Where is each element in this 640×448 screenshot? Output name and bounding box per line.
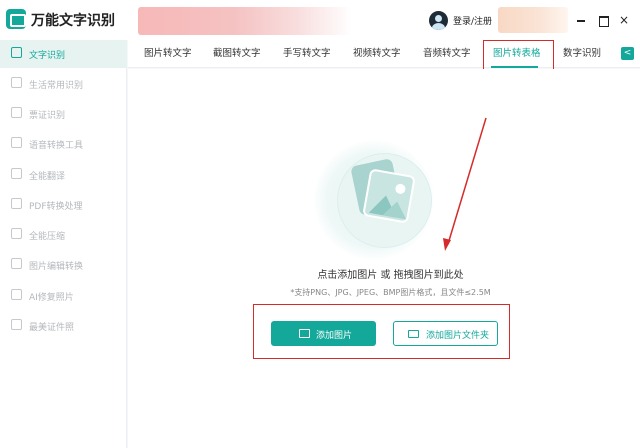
maximize-button[interactable] <box>596 13 610 27</box>
tab-image-to-text[interactable]: 图片转文字 <box>144 40 192 68</box>
blurred-banner <box>138 7 352 35</box>
login-link[interactable]: 登录/注册 <box>453 14 492 27</box>
life-icon <box>11 77 22 88</box>
text-scan-icon <box>11 47 22 58</box>
sidebar-item-text-recognition[interactable]: 文字识别 <box>0 40 127 68</box>
sidebar: 文字识别 生活常用识别 票证识别 语音转换工具 全能翻译 PDF转换处理 全能压… <box>0 40 127 448</box>
id-photo-icon <box>11 319 22 330</box>
sidebar-item-id-photo[interactable]: 最美证件照 <box>0 312 127 340</box>
sidebar-item-pdf[interactable]: PDF转换处理 <box>0 191 127 219</box>
tab-audio-to-text[interactable]: 音频转文字 <box>423 40 471 68</box>
blurred-vip-badge <box>498 7 568 33</box>
sidebar-item-label: 语音转换工具 <box>29 141 84 151</box>
sidebar-item-label: 图片编辑转换 <box>29 262 84 272</box>
sidebar-item-life-recognition[interactable]: 生活常用识别 <box>0 70 127 98</box>
sidebar-item-label: 生活常用识别 <box>29 81 84 91</box>
ai-repair-icon <box>11 289 22 300</box>
sidebar-item-translate[interactable]: 全能翻译 <box>0 161 127 189</box>
user-avatar-icon[interactable] <box>429 11 448 30</box>
minimize-button[interactable] <box>574 13 588 27</box>
sidebar-item-image-edit[interactable]: 图片编辑转换 <box>0 251 127 279</box>
sidebar-item-compress[interactable]: 全能压缩 <box>0 221 127 249</box>
add-folder-button[interactable]: 添加图片文件夹 <box>393 321 498 346</box>
close-button[interactable]: × <box>617 13 631 27</box>
dropzone-subtitle: *支持PNG、JPG、JPEG、BMP图片格式，且文件≤2.5M <box>290 288 491 297</box>
folder-plus-icon <box>408 330 419 338</box>
ticket-icon <box>11 107 22 118</box>
tab-number-recognition[interactable]: 数字识别 <box>563 40 601 68</box>
sidebar-item-ai-photo-repair[interactable]: AI修复照片 <box>0 282 127 310</box>
tab-video-to-text[interactable]: 视频转文字 <box>353 40 401 68</box>
sidebar-item-label: 最美证件照 <box>29 323 75 333</box>
image-placeholder-icon <box>362 168 416 224</box>
tab-image-to-table[interactable]: 图片转表格 <box>493 40 541 68</box>
sidebar-item-label: 全能压缩 <box>29 232 66 242</box>
image-icon <box>299 329 310 338</box>
dropzone-title[interactable]: 点击添加图片 或 拖拽图片到此处 <box>128 266 640 281</box>
sidebar-item-voice-tools[interactable]: 语音转换工具 <box>0 130 127 158</box>
sidebar-item-label: 文字识别 <box>29 51 66 61</box>
sidebar-item-label: PDF转换处理 <box>29 202 83 212</box>
tab-screenshot-to-text[interactable]: 截图转文字 <box>213 40 261 68</box>
add-image-label: 添加图片 <box>316 331 353 341</box>
add-image-button[interactable]: 添加图片 <box>271 321 376 346</box>
tab-handwriting-to-text[interactable]: 手写转文字 <box>283 40 331 68</box>
app-title: 万能文字识别 <box>31 13 115 29</box>
sidebar-item-ticket-recognition[interactable]: 票证识别 <box>0 100 127 128</box>
title-bar: 万能文字识别 登录/注册 × <box>0 0 640 40</box>
voice-icon <box>11 137 22 148</box>
app-logo-icon <box>6 9 26 29</box>
sidebar-item-label: 票证识别 <box>29 111 66 121</box>
compress-icon <box>11 228 22 239</box>
active-tab-indicator <box>491 66 538 68</box>
translate-icon <box>11 168 22 179</box>
pdf-icon <box>11 198 22 209</box>
sun-icon <box>394 183 407 195</box>
mountain-icon <box>382 199 409 220</box>
tab-bar: 图片转文字 截图转文字 手写转文字 视频转文字 音频转文字 图片转表格 数字识别 <box>128 40 640 68</box>
tab-scroll-button[interactable]: < <box>621 47 634 60</box>
add-folder-label: 添加图片文件夹 <box>426 331 490 341</box>
sidebar-item-label: AI修复照片 <box>29 293 74 303</box>
image-edit-icon <box>11 258 22 269</box>
sidebar-item-label: 全能翻译 <box>29 172 66 182</box>
